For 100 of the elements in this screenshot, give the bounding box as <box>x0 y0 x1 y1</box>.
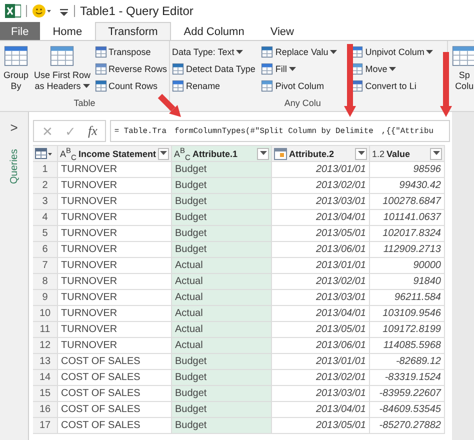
table-cell: 2013/01/01 <box>272 162 370 178</box>
command-icon <box>172 80 184 92</box>
table-cell: Actual <box>172 290 272 306</box>
ribbon-button[interactable]: Count Rows <box>94 78 158 94</box>
ribbon-button[interactable]: Use First Row as Headers <box>33 44 92 92</box>
filter-dropdown[interactable] <box>257 148 269 160</box>
table-cell: Budget <box>172 162 272 178</box>
row-number: 14 <box>33 370 58 386</box>
table-cell: 98596 <box>370 162 445 178</box>
row-number: 9 <box>33 290 58 306</box>
table-menu-icon[interactable] <box>35 148 53 160</box>
table-cell: 2013/02/01 <box>272 370 370 386</box>
row-number: 7 <box>33 258 58 274</box>
file-tab[interactable]: File <box>0 22 40 40</box>
table-cell: 2013/06/01 <box>272 338 370 354</box>
column-header[interactable]: Attribute.2 <box>272 145 370 162</box>
ribbon-button[interactable]: Reverse Rows <box>94 61 168 77</box>
calendar-icon <box>274 148 287 160</box>
filter-dropdown[interactable] <box>355 148 367 160</box>
ribbon-tab[interactable]: Home <box>40 22 96 40</box>
table-cell: Actual <box>172 338 272 354</box>
ribbon-button[interactable]: Detect Data Type <box>172 61 256 77</box>
table-cell: 2013/01/01 <box>272 354 370 370</box>
table-cell: 102017.8324 <box>370 226 445 242</box>
ribbon-button[interactable]: Move <box>351 61 396 77</box>
table-cell: 90000 <box>370 258 445 274</box>
column-header[interactable]: A$^{B}$$_{C}$ Attribute.1 <box>172 145 272 162</box>
table-cell: 103109.9546 <box>370 306 445 322</box>
fx-button[interactable]: fx <box>88 123 98 139</box>
expand-button[interactable]: > <box>10 120 18 135</box>
table-cell: Budget <box>172 226 272 242</box>
ribbon-button[interactable]: Transpose <box>94 44 151 60</box>
caret-icon <box>260 151 266 156</box>
table-cell: -84609.53545 <box>370 402 445 418</box>
table-cell: 2013/03/01 <box>272 194 370 210</box>
ribbon-button[interactable]: Unpivot Colum <box>351 44 434 60</box>
row-number: 6 <box>33 242 58 258</box>
table-cell: 112909.2713 <box>370 242 445 258</box>
filter-dropdown[interactable] <box>158 148 169 160</box>
command-icon <box>261 80 274 92</box>
ribbon-button[interactable]: Sp Colu <box>450 44 474 92</box>
row-number: 12 <box>33 338 58 354</box>
table-cell: 100278.6847 <box>370 194 445 210</box>
table-cell: Budget <box>172 194 272 210</box>
table-cell: Budget <box>172 402 272 418</box>
ribbon-button[interactable]: Fill <box>261 61 296 77</box>
row-number: 1 <box>33 162 58 178</box>
table-icon <box>3 44 29 68</box>
command-icon <box>351 80 364 92</box>
table-cell: 2013/05/01 <box>272 322 370 338</box>
smiley-icon[interactable] <box>32 4 54 18</box>
row-number: 5 <box>33 226 58 242</box>
table-cell: -82689.12 <box>370 354 445 370</box>
ribbon-button[interactable]: Group By <box>2 44 30 92</box>
row-number: 17 <box>33 418 58 434</box>
window-title: Table1 - Query Editor <box>80 4 194 18</box>
column-header[interactable]: A$^{B}$$_{C}$ Income Statement <box>58 145 172 162</box>
table-cell: 2013/05/01 <box>272 418 370 434</box>
annotation-arrow <box>158 94 181 117</box>
row-number: 4 <box>33 210 58 226</box>
ribbon-button[interactable]: Replace Valu <box>261 44 338 60</box>
row-number: 15 <box>33 386 58 402</box>
table-cell: 2013/03/01 <box>272 386 370 402</box>
command-icon <box>351 63 364 75</box>
table-cell: 99430.42 <box>370 178 445 194</box>
table-cell: Actual <box>172 306 272 322</box>
row-number: 11 <box>33 322 58 338</box>
ribbon-tab[interactable]: Transform <box>95 22 171 40</box>
column-header[interactable]: 1.2 Value <box>370 145 445 162</box>
command-icon <box>172 63 184 75</box>
table-cell: 2013/02/01 <box>272 274 370 290</box>
table-cell: Budget <box>172 386 272 402</box>
ribbon-tab[interactable]: Add Column <box>170 22 258 40</box>
table-cell: Actual <box>172 258 272 274</box>
table-cell: 2013/04/01 <box>272 306 370 322</box>
table-cell: Budget <box>172 418 272 434</box>
table-cell: Actual <box>172 322 272 338</box>
table-cell: Budget <box>172 354 272 370</box>
table-icon <box>49 44 76 68</box>
ribbon-button[interactable]: Rename <box>172 78 220 94</box>
ribbon-button[interactable]: Convert to Li <box>351 78 416 94</box>
filter-dropdown[interactable] <box>430 148 442 160</box>
queries-label: Queries <box>8 149 20 184</box>
command-icon <box>351 46 364 58</box>
table-cell: 114085.5968 <box>370 338 445 354</box>
ribbon-button[interactable]: Pivot Colum <box>261 78 324 94</box>
row-number: 8 <box>33 274 58 290</box>
ribbon-button[interactable]: Data Type: Text <box>172 44 244 60</box>
table-cell: 2013/05/01 <box>272 226 370 242</box>
caret-icon <box>358 151 364 156</box>
command-icon <box>261 46 274 58</box>
table-cell: 2013/04/01 <box>272 402 370 418</box>
annotation-arrow <box>440 52 452 117</box>
ribbon-tab[interactable]: View <box>257 22 307 40</box>
group-label: Table <box>72 98 96 110</box>
command-icon <box>261 63 274 75</box>
table-cell: -85270.27882 <box>370 418 445 434</box>
table-cell: 96211.584 <box>370 290 445 306</box>
command-icon <box>94 46 107 58</box>
table-cell: Budget <box>172 242 272 258</box>
